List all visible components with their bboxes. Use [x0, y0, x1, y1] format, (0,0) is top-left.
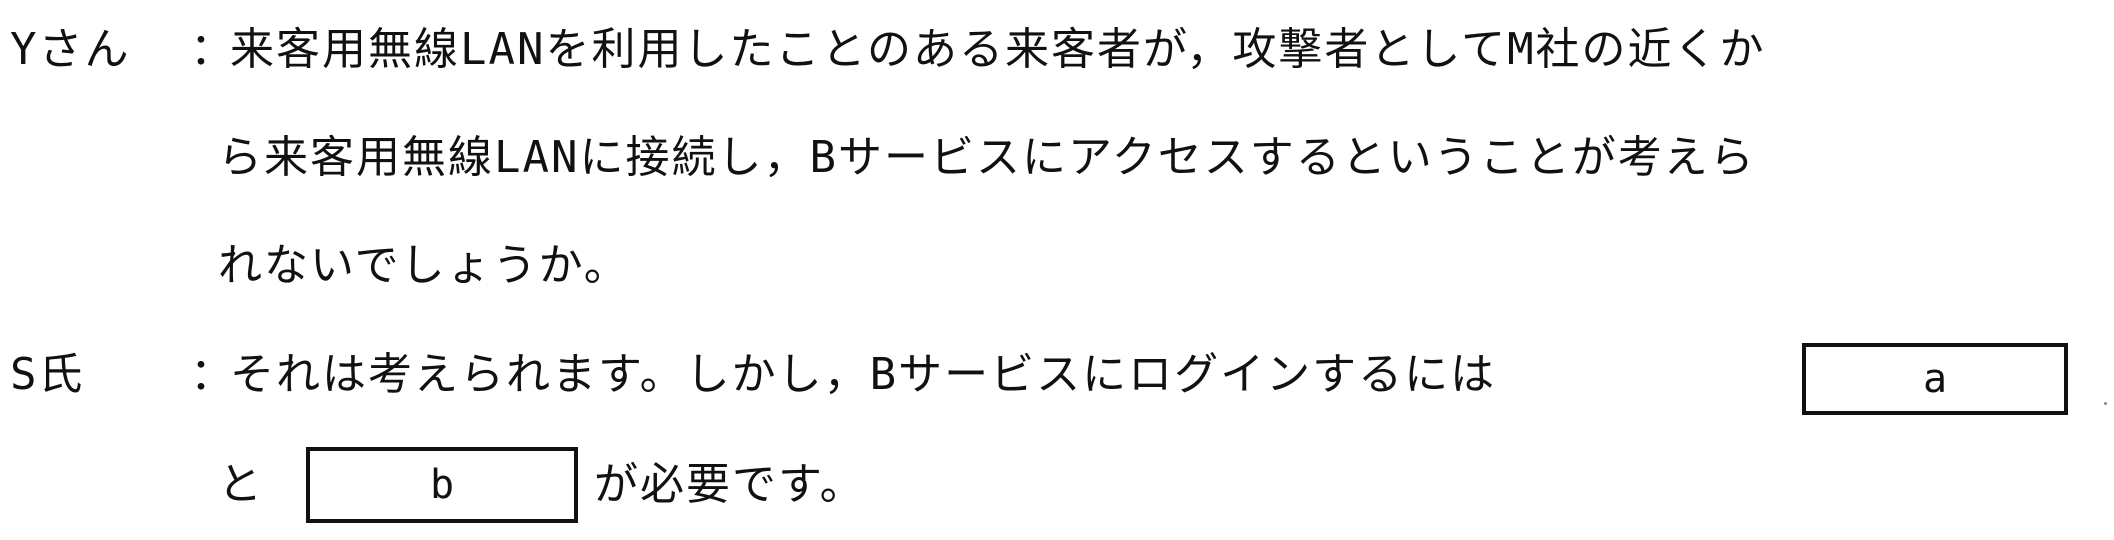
scan-speck — [2104, 402, 2107, 405]
y-line-3: れないでしょうか。 — [218, 240, 630, 291]
blank-label-b: b — [429, 462, 455, 508]
s-line-2-lead: と — [218, 459, 264, 510]
speaker-y: Yさん — [10, 24, 131, 75]
speaker-s: S氏 — [10, 349, 85, 400]
s-line-2-tail: が必要です。 — [594, 459, 866, 510]
s-line-1: それは考えられます。しかし，Bサービスにログインするには — [230, 349, 1497, 400]
y-line-1: 来客用無線LANを利用したことのある来客者が，攻撃者としてM社の近くか — [230, 24, 1766, 75]
blank-box-b[interactable]: b — [306, 447, 578, 523]
blank-box-a[interactable]: a — [1802, 343, 2068, 415]
y-line-2: ら来客用無線LANに接続し，Bサービスにアクセスするということが考えら — [218, 132, 1756, 183]
blank-label-a: a — [1922, 356, 1948, 402]
